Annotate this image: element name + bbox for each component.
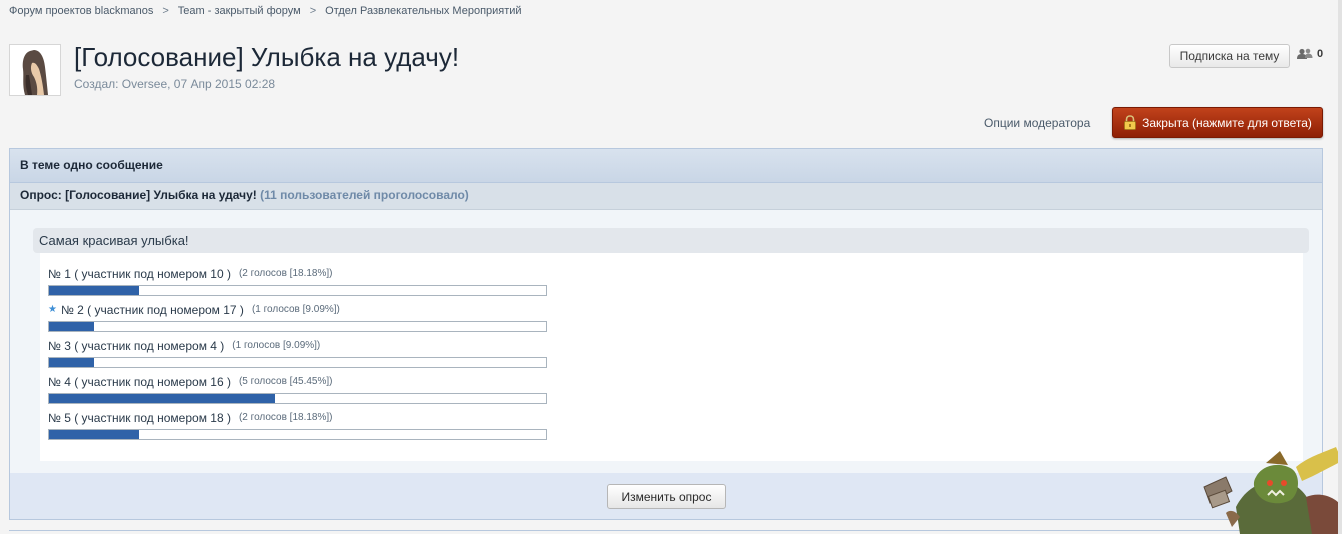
moderator-options-link[interactable]: Опции модератора [984, 116, 1090, 130]
topic-panel: В теме одно сообщение Опрос: [Голосовани… [9, 148, 1323, 520]
poll-voted-count: (11 пользователей проголосовало) [260, 188, 469, 202]
poll-question: Самая красивая улыбка! [33, 228, 1309, 253]
answer-votes: (1 голосов [9.09%]) [232, 340, 321, 351]
answer-bar [48, 321, 547, 332]
panel-header: В теме одно сообщение [10, 149, 1322, 183]
breadcrumb-separator: > [162, 5, 169, 17]
answer-votes: (5 голосов [45.45%]) [238, 376, 333, 387]
poll-answers: № 1 ( участник под номером 10 ) (2 голос… [40, 253, 1303, 461]
answer-votes: (2 голосов [18.18%]) [238, 268, 333, 279]
closed-topic-label: Закрыта (нажмите для ответа) [1142, 115, 1312, 130]
avatar-image [10, 45, 60, 95]
answer-bar [48, 357, 547, 368]
poll-answer: № 1 ( участник под номером 10 ) (2 голос… [48, 266, 547, 296]
answer-bar-fill [49, 286, 140, 295]
breadcrumb-item-department[interactable]: Отдел Развлекательных Мероприятий [325, 5, 521, 17]
poll-header: Опрос: [Голосование] Улыбка на удачу! (1… [10, 183, 1322, 210]
scrollbar[interactable] [1338, 0, 1342, 534]
answer-bar [48, 393, 547, 404]
poll-answer: № 5 ( участник под номером 18 ) (2 голос… [48, 410, 547, 440]
answer-bar-fill [49, 394, 275, 403]
poll-answer: № 4 ( участник под номером 16 ) (5 голос… [48, 374, 547, 404]
breadcrumb-item-team[interactable]: Team - закрытый форум [178, 5, 301, 17]
orc-mascot-image [1203, 447, 1342, 534]
poll-title: Опрос: [Голосование] Улыбка на удачу! [20, 188, 257, 202]
followers-count[interactable]: 0 [1297, 48, 1323, 60]
answer-bar [48, 429, 547, 440]
answer-votes: (2 голосов [18.18%]) [238, 412, 333, 423]
lock-icon [1124, 115, 1137, 130]
answer-label: № 3 ( участник под номером 4 ) [48, 339, 225, 353]
answer-label: № 5 ( участник под номером 18 ) [48, 411, 231, 425]
poll-body: Самая красивая улыбка! № 1 ( участник по… [10, 210, 1322, 474]
page-title: [Голосование] Улыбка на удачу! [74, 42, 460, 72]
users-icon [1297, 48, 1313, 59]
topic-meta: Создал: Oversee, 07 Апр 2015 02:28 [74, 77, 276, 91]
followers-count-value: 0 [1317, 48, 1324, 60]
answer-bar [48, 285, 547, 296]
subscribe-button[interactable]: Подписка на тему [1169, 44, 1290, 68]
poll-answer: ★ № 2 ( участник под номером 17 ) (1 гол… [48, 302, 547, 332]
closed-topic-button[interactable]: Закрыта (нажмите для ответа) [1112, 107, 1323, 138]
answer-bar-fill [49, 358, 95, 367]
answer-votes: (1 голосов [9.09%]) [251, 304, 340, 315]
poll-answer: № 3 ( участник под номером 4 ) (1 голосо… [48, 338, 547, 368]
answer-label: № 4 ( участник под номером 16 ) [48, 375, 231, 389]
panel-footer: Изменить опрос [10, 473, 1322, 519]
edit-poll-button[interactable]: Изменить опрос [607, 484, 726, 509]
star-icon: ★ [48, 304, 57, 315]
answer-label: № 2 ( участник под номером 17 ) [60, 303, 244, 317]
breadcrumb-item-forum[interactable]: Форум проектов blackmanos [9, 5, 153, 17]
breadcrumb: Форум проектов blackmanos > Team - закрыты… [9, 5, 522, 17]
answer-label: № 1 ( участник под номером 10 ) [48, 267, 231, 281]
breadcrumb-separator: > [309, 5, 317, 17]
avatar[interactable] [9, 44, 61, 96]
divider [9, 530, 1323, 531]
answer-bar-fill [49, 430, 140, 439]
answer-bar-fill [49, 322, 95, 331]
